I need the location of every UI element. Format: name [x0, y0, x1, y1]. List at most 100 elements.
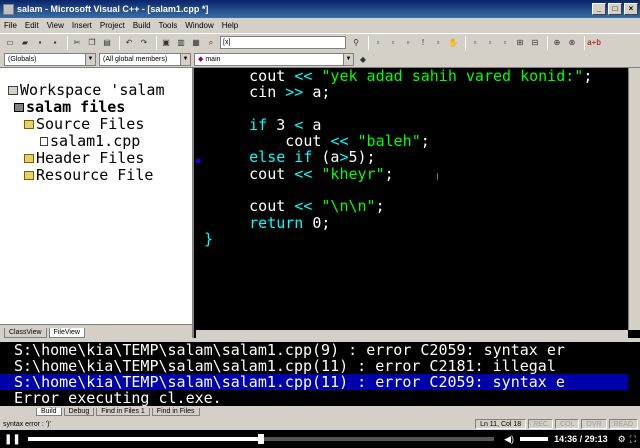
output-line[interactable]: S:\home\kia\TEMP\salam\salam1.cpp(11) : …: [0, 358, 628, 374]
code-line[interactable]: cout << "\n\n";: [204, 198, 592, 214]
file-node[interactable]: salam1.cpp: [8, 133, 186, 150]
menu-view[interactable]: View: [47, 21, 64, 30]
menu-help[interactable]: Help: [222, 21, 238, 30]
workspace-icon[interactable]: ▣: [160, 37, 172, 49]
cpp-file-icon: [40, 137, 48, 146]
menu-build[interactable]: Build: [133, 21, 151, 30]
code-line[interactable]: cin >> a;: [204, 84, 592, 100]
seek-handle[interactable]: [258, 434, 265, 444]
find-in-files-icon[interactable]: ⌕: [205, 37, 217, 49]
folder-source[interactable]: Source Files: [8, 116, 186, 133]
function-combo[interactable]: ◆ main ▼: [194, 52, 354, 66]
find-combo[interactable]: [x]: [220, 36, 346, 49]
status-read: READ: [608, 419, 638, 429]
workspace-root[interactable]: Workspace 'salam: [8, 82, 186, 99]
menu-project[interactable]: Project: [100, 21, 125, 30]
folder-header[interactable]: Header Files: [8, 150, 186, 167]
execute-icon[interactable]: !: [417, 37, 429, 49]
menu-window[interactable]: Window: [185, 21, 213, 30]
code-line[interactable]: if 3 < a: [204, 117, 592, 133]
code-line[interactable]: [204, 182, 592, 198]
editor-vertical-scrollbar[interactable]: [628, 68, 640, 330]
file-label: salam1.cpp: [50, 132, 141, 150]
volume-icon[interactable]: ◀): [504, 434, 514, 445]
cut-icon[interactable]: ✂: [71, 37, 83, 49]
standard-toolbar: ▭ ▰ ▪ ▪ ✂ ❐ ▤ ↶ ↷ ▣ ▥ ▦ ⌕ [x] ⚲ ▫ ▫ ▫ ! …: [0, 33, 640, 51]
open-folder-icon[interactable]: ▰: [19, 37, 31, 49]
resource-icon[interactable]: ▫: [484, 37, 496, 49]
build-icon[interactable]: ▫: [387, 37, 399, 49]
grid-icon[interactable]: ⊟: [529, 37, 541, 49]
editor-horizontal-scrollbar[interactable]: [196, 330, 628, 338]
redo-icon[interactable]: ↷: [138, 37, 150, 49]
members-combo[interactable]: (All global members) ▼: [99, 52, 191, 66]
close-button[interactable]: ×: [624, 3, 638, 15]
wizard-action-icon[interactable]: ⊗: [566, 37, 578, 49]
breakpoint-icon[interactable]: ✋: [447, 37, 459, 49]
code-editor[interactable]: cout << "yek adad sahih vared konid:"; c…: [196, 68, 628, 330]
new-file-icon[interactable]: ▭: [4, 37, 16, 49]
go-icon[interactable]: ▫: [432, 37, 444, 49]
closing-brace: }: [204, 229, 214, 248]
project-icon: [14, 103, 24, 112]
menu-tools[interactable]: Tools: [159, 21, 178, 30]
output-line-selected[interactable]: S:\home\kia\TEMP\salam\salam1.cpp(11) : …: [0, 374, 628, 390]
settings-icon[interactable]: ⚙: [618, 434, 626, 445]
output-icon[interactable]: ▥: [175, 37, 187, 49]
tab-debug[interactable]: Debug: [63, 408, 95, 416]
tab-find-in-files[interactable]: Find in Files: [151, 408, 200, 416]
copy-icon[interactable]: ❐: [86, 37, 98, 49]
maximize-button[interactable]: □: [608, 3, 622, 15]
dropdown-arrow-icon[interactable]: ▼: [180, 53, 190, 65]
folder-resource[interactable]: Resource File: [8, 167, 186, 184]
pause-icon[interactable]: ❚❚: [4, 434, 21, 445]
tab-classview[interactable]: ClassView: [4, 328, 47, 338]
windows-icon[interactable]: ▦: [190, 37, 202, 49]
compile-icon[interactable]: ▫: [372, 37, 384, 49]
stop-build-icon[interactable]: ▫: [402, 37, 414, 49]
seek-bar[interactable]: [28, 434, 495, 444]
scope-combo[interactable]: (Globals) ▼: [4, 52, 96, 66]
output-line[interactable]: S:\home\kia\TEMP\salam\salam1.cpp(9) : e…: [0, 342, 628, 358]
title-bar: salam - Microsoft Visual C++ - [salam1.c…: [0, 0, 640, 18]
output-line[interactable]: Error executing cl.exe.: [0, 390, 628, 406]
output-panel: S:\home\kia\TEMP\salam\salam1.cpp(9) : e…: [0, 338, 640, 410]
ab-icon[interactable]: a+b: [587, 37, 601, 49]
tree-icon[interactable]: ⊞: [514, 37, 526, 49]
folder-icon: [24, 171, 34, 180]
toggle-icon[interactable]: ⊕: [551, 37, 563, 49]
dropdown-arrow-icon[interactable]: ▼: [85, 53, 95, 65]
find-icon[interactable]: ⚲: [350, 37, 362, 49]
menu-file[interactable]: File: [4, 21, 17, 30]
workspace-tabs: ClassView FileView: [0, 324, 192, 338]
code-line[interactable]: [204, 101, 592, 117]
project-node[interactable]: salam files: [8, 99, 186, 116]
save-all-icon[interactable]: ▪: [49, 37, 61, 49]
dropdown-arrow-icon[interactable]: ▼: [343, 53, 353, 65]
workspace-root-label: Workspace 'salam: [20, 81, 165, 99]
status-ovr: OVR: [581, 419, 607, 429]
code-line[interactable]: cout << "yek adad sahih vared konid:";: [204, 68, 592, 84]
code-line[interactable]: cout << "baleh";: [204, 133, 592, 149]
menu-edit[interactable]: Edit: [25, 21, 39, 30]
menu-insert[interactable]: Insert: [72, 21, 92, 30]
app-icon: [3, 3, 14, 15]
save-icon[interactable]: ▪: [34, 37, 46, 49]
undo-icon[interactable]: ↶: [123, 37, 135, 49]
volume-slider[interactable]: [520, 437, 549, 441]
fullscreen-icon[interactable]: ⛶: [630, 434, 636, 445]
code-line[interactable]: cout << "kheyr";: [204, 166, 592, 182]
tab-find-in-files-1[interactable]: Find in Files 1: [96, 408, 150, 416]
window-title: salam - Microsoft Visual C++ - [salam1.c…: [17, 4, 209, 14]
bookmark-icon[interactable]: ▫: [499, 37, 511, 49]
tab-build[interactable]: Build: [36, 408, 62, 416]
code-line[interactable]: return 0;: [204, 215, 592, 231]
source-code[interactable]: cout << "yek adad sahih vared konid:"; c…: [204, 68, 592, 247]
paste-icon[interactable]: ▤: [101, 37, 113, 49]
code-line[interactable]: else if (a>5);: [204, 149, 592, 165]
wizard-action-button[interactable]: ◆: [357, 53, 369, 65]
classwizard-icon[interactable]: ▫: [469, 37, 481, 49]
minimize-button[interactable]: _: [592, 3, 606, 15]
tab-fileview[interactable]: FileView: [48, 328, 85, 338]
workspace-tree: Workspace 'salam salam files Source File…: [0, 68, 186, 184]
